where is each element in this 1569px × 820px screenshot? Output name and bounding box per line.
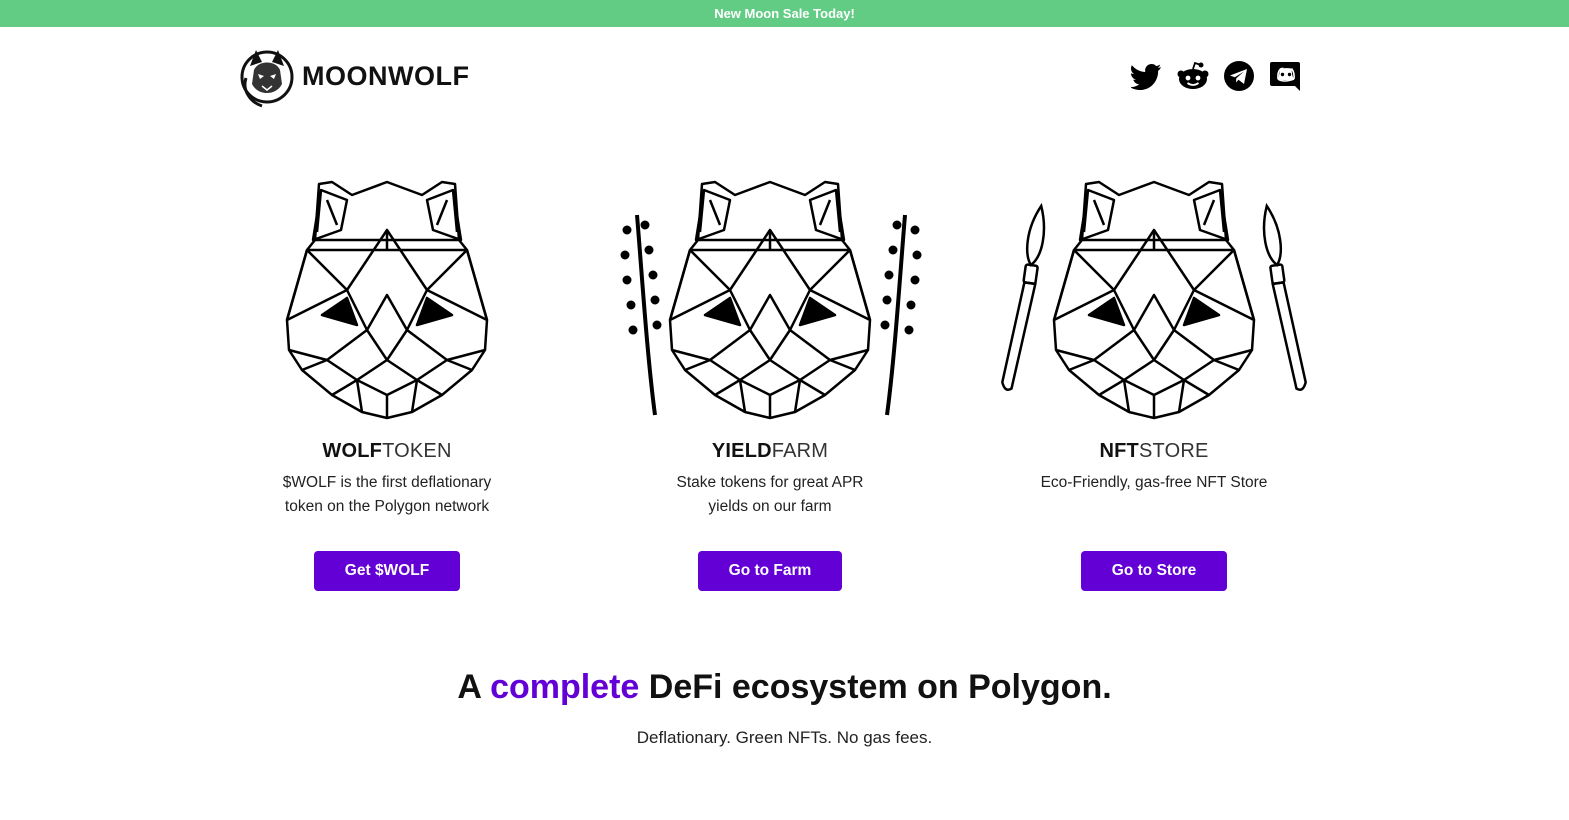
telegram-link[interactable] — [1222, 59, 1256, 93]
feature-title: NFTSTORE — [1099, 440, 1209, 462]
reddit-icon — [1177, 61, 1209, 89]
feature-description: Stake tokens for great APR yields on our… — [676, 474, 864, 515]
go-to-farm-button[interactable]: Go to Farm — [698, 551, 842, 591]
reddit-link[interactable] — [1176, 59, 1210, 93]
geometric-wolf-head-icon — [285, 180, 489, 420]
geometric-wolf-head-with-plants-icon — [619, 180, 923, 420]
get-wolf-button[interactable]: Get $WOLF — [314, 551, 460, 591]
plant-sprig-right-icon — [879, 213, 923, 417]
feature-yield-farm: YIELDFARM Stake tokens for great APR yie… — [610, 170, 930, 600]
feature-description: $WOLF is the first deflationary token on… — [282, 474, 492, 515]
discord-link[interactable] — [1268, 59, 1302, 93]
paintbrush-left-icon — [1000, 202, 1049, 393]
brand-name: MOONWOLF — [302, 60, 470, 91]
feature-title: WOLFTOKEN — [322, 440, 452, 462]
promo-banner: New Moon Sale Today! — [0, 0, 1569, 27]
discord-icon — [1270, 62, 1300, 91]
telegram-icon — [1224, 61, 1254, 91]
twitter-link[interactable] — [1130, 59, 1164, 93]
paintbrush-right-icon — [1259, 202, 1308, 393]
feature-nft-store: NFTSTORE Eco-Friendly, gas-free NFT Stor… — [994, 170, 1314, 600]
go-to-store-button[interactable]: Go to Store — [1081, 551, 1227, 591]
brand[interactable]: MOONWOLF — [240, 44, 469, 108]
features-section: WOLFTOKEN $WOLF is the first deflationar… — [0, 170, 1569, 600]
geometric-wolf-head-with-brushes-icon — [1000, 180, 1308, 420]
plant-sprig-left-icon — [619, 213, 663, 417]
site-header: MOONWOLF — [240, 42, 1302, 110]
feature-wolf-token: WOLFTOKEN $WOLF is the first deflationar… — [227, 170, 547, 600]
social-links — [1130, 59, 1302, 93]
feature-title: YIELDFARM — [711, 440, 829, 462]
promo-banner-text: New Moon Sale Today! — [714, 6, 855, 21]
tagline-heading: A complete DeFi ecosystem on Polygon. — [457, 668, 1112, 706]
tagline-subtext: Deflationary. Green NFTs. No gas fees. — [636, 728, 933, 747]
feature-description: Eco-Friendly, gas-free NFT Store — [1040, 474, 1268, 491]
wolf-logo-icon[interactable] — [240, 44, 294, 108]
twitter-icon — [1131, 64, 1161, 90]
